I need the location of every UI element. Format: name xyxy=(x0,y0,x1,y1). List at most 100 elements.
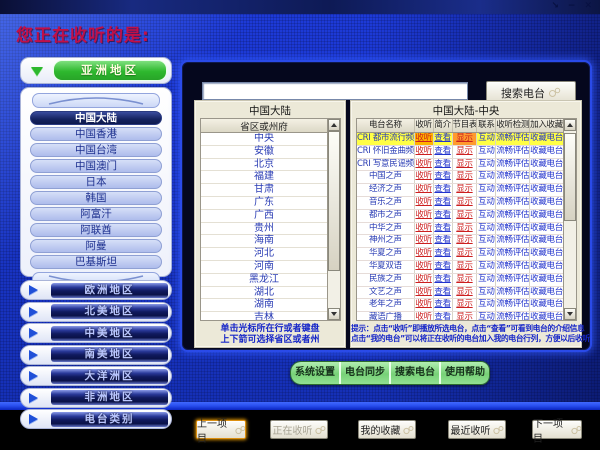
station-row[interactable]: 文艺之声 收听 查看 显示 互动 流畅评估 收藏电台 xyxy=(357,287,563,300)
intro-link[interactable]: 查看 xyxy=(434,133,453,145)
contact-link[interactable]: 互动 xyxy=(477,274,496,286)
schedule-link[interactable]: 显示 xyxy=(453,299,478,311)
schedule-link[interactable]: 显示 xyxy=(453,248,478,260)
intro-link[interactable]: 查看 xyxy=(434,287,453,299)
contact-link[interactable]: 互动 xyxy=(477,210,496,222)
schedule-link[interactable]: 显示 xyxy=(453,235,478,247)
scrollbar-track[interactable] xyxy=(328,131,340,308)
scrollbar-track[interactable] xyxy=(564,131,576,308)
schedule-link[interactable]: 显示 xyxy=(453,184,478,196)
province-row[interactable]: 吉林 xyxy=(201,312,327,320)
schedule-link[interactable]: 显示 xyxy=(453,223,478,235)
sidebar-group-item[interactable]: 非洲地区 xyxy=(20,388,172,408)
favorite-link[interactable]: 收藏电台 xyxy=(530,197,563,209)
bottom-button[interactable]: 正在收听 xyxy=(270,420,328,439)
intro-link[interactable]: 查看 xyxy=(434,184,453,196)
listen-link[interactable]: 收听 xyxy=(415,312,434,320)
active-group-header[interactable]: 亚洲地区 xyxy=(20,57,172,84)
sidebar-region-item[interactable]: 巴基斯坦 xyxy=(30,255,162,269)
sidebar-group-item[interactable]: 中美地区 xyxy=(20,323,172,343)
active-group-label[interactable]: 亚洲地区 xyxy=(53,60,167,81)
quality-link[interactable]: 流畅评估 xyxy=(496,235,530,247)
quality-link[interactable]: 流畅评估 xyxy=(496,184,530,196)
station-row[interactable]: 华夏双语 收听 查看 显示 互动 流畅评估 收藏电台 xyxy=(357,261,563,274)
contact-link[interactable]: 互动 xyxy=(477,287,496,299)
intro-link[interactable]: 查看 xyxy=(434,235,453,247)
favorite-link[interactable]: 收藏电台 xyxy=(530,146,563,158)
sidebar-region-item[interactable]: 中国大陆 xyxy=(30,111,162,125)
contact-link[interactable]: 互动 xyxy=(477,235,496,247)
favorite-link[interactable]: 收藏电台 xyxy=(530,261,563,273)
sidebar-region-item[interactable]: 阿曼 xyxy=(30,239,162,253)
schedule-link[interactable]: 显示 xyxy=(453,210,478,222)
listen-link[interactable]: 收听 xyxy=(415,184,434,196)
sidebar-group-item[interactable]: 南美地区 xyxy=(20,345,172,365)
favorite-link[interactable]: 收藏电台 xyxy=(530,299,563,311)
schedule-link[interactable]: 显示 xyxy=(453,171,478,183)
contact-link[interactable]: 互动 xyxy=(477,146,496,158)
station-row[interactable]: CRI 写意民谣频 收听 查看 显示 互动 流畅评估 收藏电台 xyxy=(357,159,563,172)
schedule-link[interactable]: 显示 xyxy=(453,146,478,158)
contact-link[interactable]: 互动 xyxy=(477,223,496,235)
minimize-to-tray-icon[interactable]: ↘ xyxy=(551,1,559,12)
favorite-link[interactable]: 收藏电台 xyxy=(530,171,563,183)
quality-link[interactable]: 流畅评估 xyxy=(496,133,530,145)
listen-link[interactable]: 收听 xyxy=(415,210,434,222)
sidebar-region-item[interactable]: 阿联酋 xyxy=(30,223,162,237)
province-row[interactable]: 河北 xyxy=(201,248,327,261)
sidebar-group-item[interactable]: 欧洲地区 xyxy=(20,280,172,300)
sidebar-group-item[interactable]: 北美地区 xyxy=(20,302,172,322)
contact-link[interactable]: 互动 xyxy=(477,184,496,196)
minimize-icon[interactable]: − xyxy=(568,1,576,12)
quality-link[interactable]: 流畅评估 xyxy=(496,146,530,158)
bottom-button[interactable]: 上一项目 xyxy=(196,420,246,439)
toolbar-button[interactable]: 系统设置 xyxy=(291,362,341,384)
intro-link[interactable]: 查看 xyxy=(434,159,453,171)
station-row[interactable]: 中国之声 收听 查看 显示 互动 流畅评估 收藏电台 xyxy=(357,171,563,184)
sidebar-region-item[interactable]: 日本 xyxy=(30,175,162,189)
intro-link[interactable]: 查看 xyxy=(434,210,453,222)
station-row[interactable]: 藏语广播 收听 查看 显示 互动 流畅评估 收藏电台 xyxy=(357,312,563,320)
province-row[interactable]: 北京 xyxy=(201,159,327,172)
intro-link[interactable]: 查看 xyxy=(434,248,453,260)
quality-link[interactable]: 流畅评估 xyxy=(496,312,530,320)
contact-link[interactable]: 互动 xyxy=(477,171,496,183)
listen-link[interactable]: 收听 xyxy=(415,197,434,209)
intro-link[interactable]: 查看 xyxy=(434,146,453,158)
scroll-up-button[interactable] xyxy=(564,119,576,131)
favorite-link[interactable]: 收藏电台 xyxy=(530,312,563,320)
contact-link[interactable]: 互动 xyxy=(477,312,496,320)
intro-link[interactable]: 查看 xyxy=(434,171,453,183)
quality-link[interactable]: 流畅评估 xyxy=(496,159,530,171)
scroll-down-button[interactable] xyxy=(328,308,340,320)
listen-link[interactable]: 收听 xyxy=(415,133,434,145)
schedule-link[interactable]: 显示 xyxy=(453,287,478,299)
contact-link[interactable]: 互动 xyxy=(477,133,496,145)
listen-link[interactable]: 收听 xyxy=(415,159,434,171)
contact-link[interactable]: 互动 xyxy=(477,261,496,273)
quality-link[interactable]: 流畅评估 xyxy=(496,197,530,209)
station-row[interactable]: 神州之声 收听 查看 显示 互动 流畅评估 收藏电台 xyxy=(357,235,563,248)
contact-link[interactable]: 互动 xyxy=(477,299,496,311)
bottom-button[interactable]: 我的收藏 xyxy=(358,420,416,439)
collapse-arrow-icon[interactable] xyxy=(21,60,53,82)
favorite-link[interactable]: 收藏电台 xyxy=(530,235,563,247)
province-row[interactable]: 甘肃 xyxy=(201,184,327,197)
sidebar-region-item[interactable]: 中国澳门 xyxy=(30,159,162,173)
province-row[interactable]: 湖北 xyxy=(201,287,327,300)
station-row[interactable]: 中华之声 收听 查看 显示 互动 流畅评估 收藏电台 xyxy=(357,223,563,236)
listen-link[interactable]: 收听 xyxy=(415,287,434,299)
station-row[interactable]: 音乐之声 收听 查看 显示 互动 流畅评估 收藏电台 xyxy=(357,197,563,210)
province-row[interactable]: 广西 xyxy=(201,210,327,223)
sidebar-group-item[interactable]: 电台类别 xyxy=(20,409,172,429)
province-row[interactable]: 中央 xyxy=(201,133,327,146)
scroll-down-button[interactable] xyxy=(564,308,576,320)
intro-link[interactable]: 查看 xyxy=(434,274,453,286)
station-row[interactable]: CRI 怀旧金曲频 收听 查看 显示 互动 流畅评估 收藏电台 xyxy=(357,146,563,159)
listen-link[interactable]: 收听 xyxy=(415,299,434,311)
favorite-link[interactable]: 收藏电台 xyxy=(530,159,563,171)
intro-link[interactable]: 查看 xyxy=(434,223,453,235)
sidebar-region-item[interactable]: 韩国 xyxy=(30,191,162,205)
quality-link[interactable]: 流畅评估 xyxy=(496,210,530,222)
listen-link[interactable]: 收听 xyxy=(415,261,434,273)
